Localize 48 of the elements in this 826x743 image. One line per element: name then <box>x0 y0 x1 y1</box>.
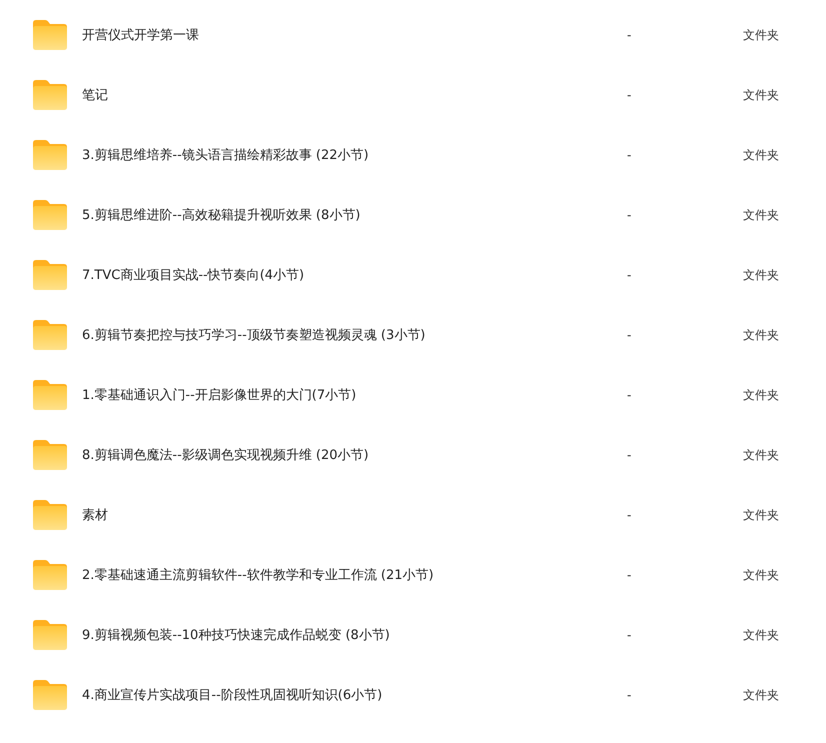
folder-icon <box>33 200 67 230</box>
folder-name[interactable]: 笔记 <box>82 86 108 104</box>
file-size: - <box>627 448 632 462</box>
file-size: - <box>627 388 632 402</box>
folder-name[interactable]: 开营仪式开学第一课 <box>82 26 199 44</box>
folder-icon <box>33 380 67 410</box>
file-size: - <box>627 628 632 642</box>
folder-icon <box>33 20 67 50</box>
file-size: - <box>627 568 632 582</box>
folder-name[interactable]: 7.TVC商业项目实战--快节奏向(4小节) <box>82 266 304 284</box>
file-type: 文件夹 <box>743 86 779 104</box>
file-size: - <box>627 88 632 102</box>
folder-icon <box>33 560 67 590</box>
file-type: 文件夹 <box>743 506 779 524</box>
folder-name[interactable]: 4.商业宣传片实战项目--阶段性巩固视听知识(6小节) <box>82 686 382 704</box>
folder-name[interactable]: 1.零基础通识入门--开启影像世界的大门(7小节) <box>82 386 356 404</box>
folder-name[interactable]: 5.剪辑思维进阶--高效秘籍提升视听效果 (8小节) <box>82 206 360 224</box>
file-type: 文件夹 <box>743 566 779 584</box>
folder-icon <box>33 320 67 350</box>
file-type: 文件夹 <box>743 266 779 284</box>
file-size: - <box>627 688 632 702</box>
folder-name[interactable]: 2.零基础速通主流剪辑软件--软件教学和专业工作流 (21小节) <box>82 566 434 584</box>
file-type: 文件夹 <box>743 686 779 704</box>
file-type: 文件夹 <box>743 446 779 464</box>
folder-name[interactable]: 素材 <box>82 506 108 524</box>
folder-icon <box>33 500 67 530</box>
folder-icon <box>33 260 67 290</box>
folder-icon <box>33 80 67 110</box>
file-type: 文件夹 <box>743 206 779 224</box>
folder-name[interactable]: 3.剪辑思维培养--镜头语言描绘精彩故事 (22小节) <box>82 146 369 164</box>
folder-icon <box>33 440 67 470</box>
file-type: 文件夹 <box>743 386 779 404</box>
folder-name[interactable]: 8.剪辑调色魔法--影级调色实现视频升维 (20小节) <box>82 446 369 464</box>
file-size: - <box>627 508 632 522</box>
folder-icon <box>33 620 67 650</box>
file-type: 文件夹 <box>743 146 779 164</box>
file-size: - <box>627 28 632 42</box>
file-size: - <box>627 208 632 222</box>
folder-name[interactable]: 6.剪辑节奏把控与技巧学习--顶级节奏塑造视频灵魂 (3小节) <box>82 326 426 344</box>
file-size: - <box>627 328 632 342</box>
folder-name[interactable]: 9.剪辑视频包装--10种技巧快速完成作品蜕变 (8小节) <box>82 626 390 644</box>
file-size: - <box>627 268 632 282</box>
folder-icon <box>33 680 67 710</box>
file-size: - <box>627 148 632 162</box>
folder-icon <box>33 140 67 170</box>
file-type: 文件夹 <box>743 326 779 344</box>
file-type: 文件夹 <box>743 626 779 644</box>
file-type: 文件夹 <box>743 26 779 44</box>
